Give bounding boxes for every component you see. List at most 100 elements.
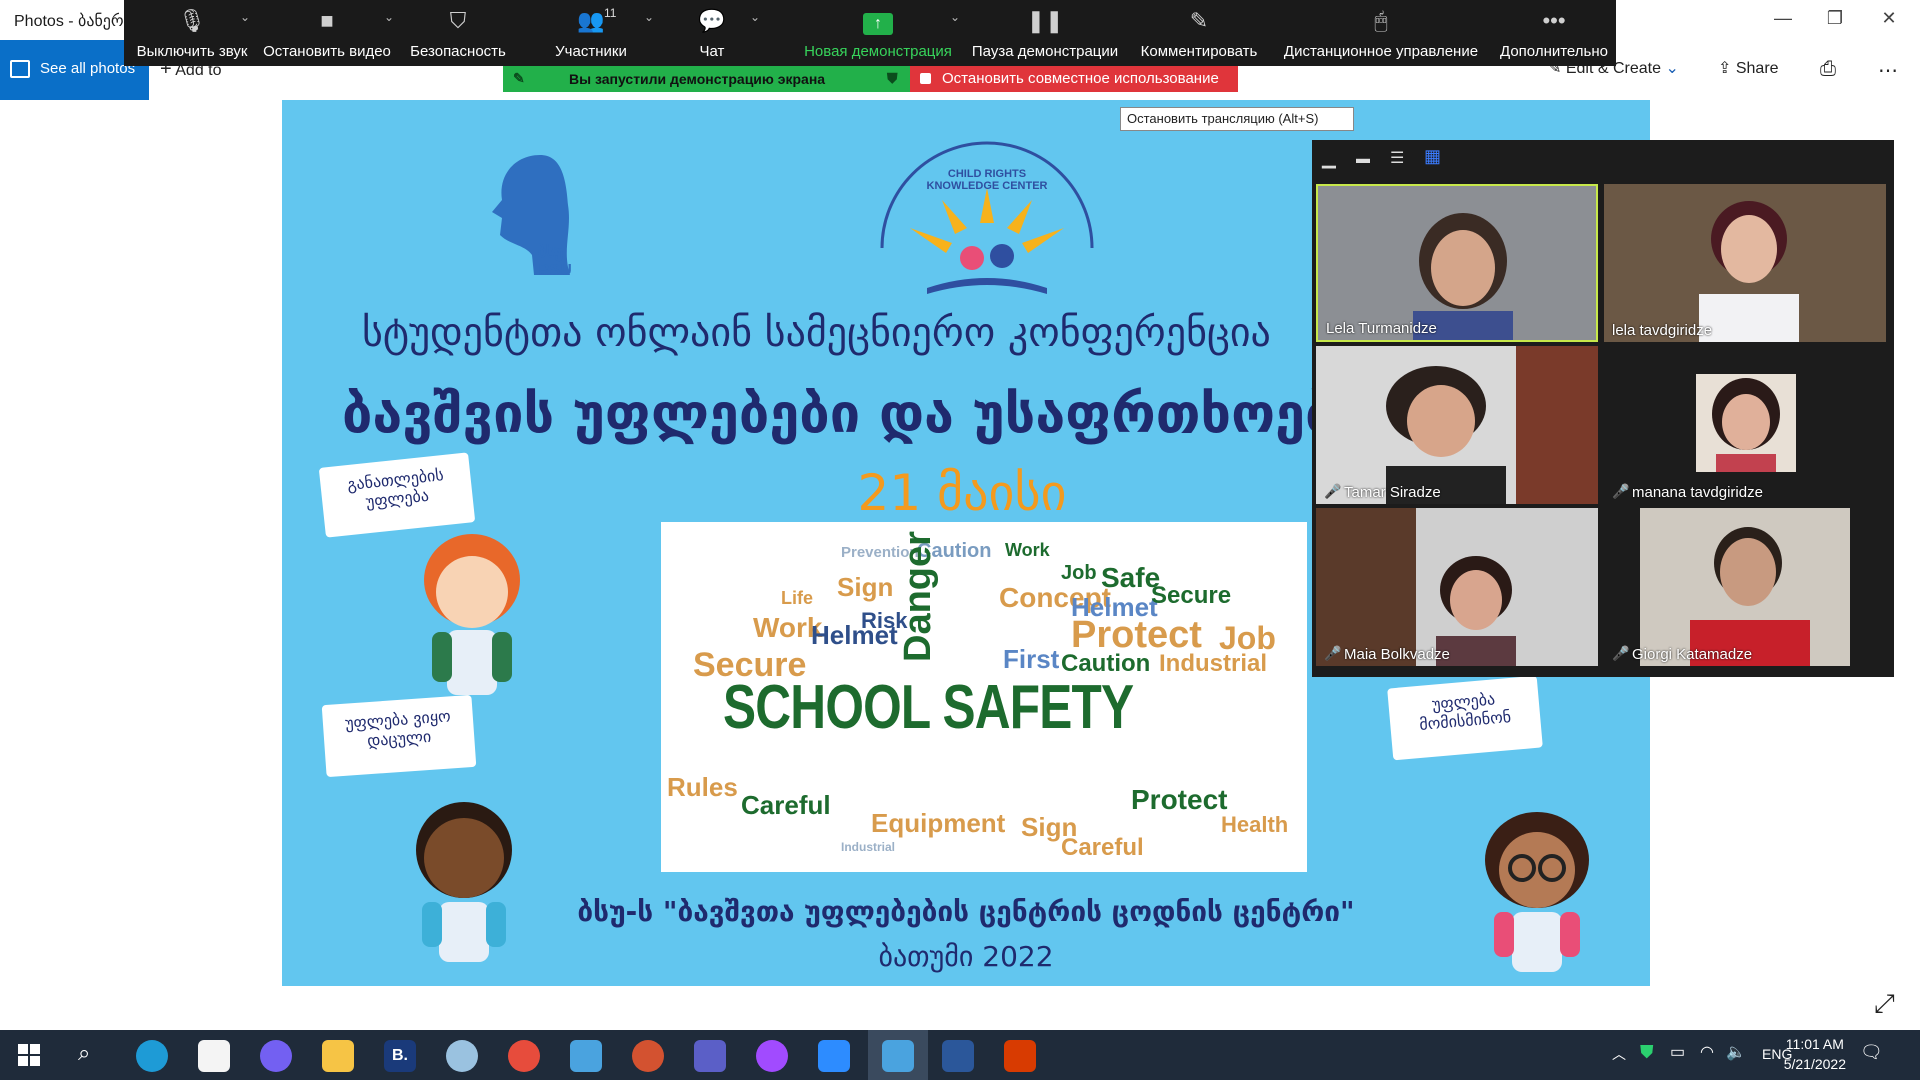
remote-control-button[interactable]: 🖱 Дистанционное управление	[1276, 0, 1486, 66]
annotate-button[interactable]: ✎ Комментировать	[1134, 0, 1264, 66]
clock-date: 5/21/2022	[1783, 1056, 1846, 1072]
more-button[interactable]: ••• Дополнительно	[1492, 0, 1616, 66]
minimize-button[interactable]: —	[1768, 8, 1798, 32]
muted-mic-icon: 🎤	[1324, 483, 1342, 499]
sun-book-icon	[880, 141, 1094, 294]
word-icon[interactable]	[942, 1040, 974, 1072]
mouse-icon: 🖱	[1374, 8, 1388, 33]
security-label: Безопасность	[410, 43, 506, 60]
minimize-video-icon[interactable]: ▁	[1322, 148, 1336, 169]
gallery-view-toolbar: ▁ ▬ ☰ ▦	[1322, 146, 1452, 170]
word: Careful	[1061, 834, 1144, 861]
notifications-icon[interactable]: 🗨	[1860, 1042, 1883, 1063]
participant-tile[interactable]: lela tavdgiridze	[1604, 184, 1886, 342]
speaker-view-icon[interactable]: ☰	[1390, 148, 1404, 168]
participant-name: Tamar Siradze	[1344, 484, 1441, 501]
print-icon[interactable]: ⎙	[1820, 58, 1836, 81]
participant-name: manana tavdgiridze	[1632, 484, 1763, 501]
share-button[interactable]: ⇪ Share	[1718, 58, 1779, 78]
office-icon[interactable]	[1004, 1040, 1036, 1072]
participant-tile[interactable]: Lela Turmanidze	[1316, 184, 1598, 342]
more-options-icon[interactable]: ⋯	[1878, 58, 1898, 83]
participant-name: Maia Bolkvadze	[1344, 646, 1450, 663]
mail-icon[interactable]	[570, 1040, 602, 1072]
search-icon[interactable]: ⌕	[78, 1040, 90, 1066]
chrome-icon[interactable]	[508, 1040, 540, 1072]
defender-icon[interactable]: ⛊	[1640, 1042, 1654, 1063]
chevron-down-icon[interactable]: ⌄	[240, 10, 250, 24]
word: Equipment	[871, 808, 1006, 838]
shield-icon: ⛉	[449, 8, 467, 33]
photo-icon	[10, 60, 30, 78]
participant-tile[interactable]: 🎤 Tamar Siradze	[1316, 346, 1598, 504]
file-explorer-icon[interactable]	[322, 1040, 354, 1072]
maximize-button[interactable]: ❐	[1820, 8, 1850, 32]
booking-icon[interactable]: B.	[384, 1040, 416, 1072]
paint-icon[interactable]	[446, 1040, 478, 1072]
edge-icon[interactable]	[136, 1040, 168, 1072]
mute-button[interactable]: 🎙 Выключить звук ⌄	[132, 0, 252, 66]
word: Danger	[897, 531, 939, 662]
windows-start-icon[interactable]	[18, 1044, 40, 1066]
chevron-down-icon: ⌄	[1665, 60, 1679, 77]
word: Industrial	[1159, 650, 1268, 677]
participant-tile[interactable]: 🎤 Giorgi Katamadze	[1604, 508, 1886, 666]
participants-count: 11	[604, 6, 617, 20]
word: Life	[781, 588, 814, 608]
word: Industrial	[841, 840, 896, 854]
participant-name: Lela Turmanidze	[1326, 320, 1437, 337]
bookshelf-background	[1316, 508, 1416, 666]
organizer-line: ბსუ-ს "ბავშვთა უფლებების ცენტრის ცოდნის …	[577, 895, 1355, 928]
share-icon: ⇪	[1718, 60, 1732, 77]
sign-protection-right: უფლება ვიყო დაცული	[321, 694, 477, 778]
word: Health	[1221, 812, 1289, 837]
sharing-status-banner: ✎ Вы запустили демонстрацию экрана ⛊	[503, 66, 910, 92]
powerpoint-icon[interactable]	[632, 1040, 664, 1072]
pause-share-button[interactable]: ❚❚ Пауза демонстрации	[970, 0, 1120, 66]
shield-check-icon: ⛊	[887, 70, 898, 86]
zoom-icon[interactable]	[818, 1040, 850, 1072]
photos-taskbar-active[interactable]	[868, 1030, 928, 1080]
participants-button[interactable]: 👥 11 Участники ⌄	[536, 0, 654, 66]
chat-button[interactable]: 💬 Чат ⌄	[672, 0, 760, 66]
stop-video-button[interactable]: ■ Остановить видео ⌄	[262, 0, 394, 66]
sharing-status-text: Вы запустили демонстрацию экрана	[569, 71, 826, 87]
word: Caution	[1061, 650, 1151, 677]
hide-video-icon[interactable]: ▬	[1356, 150, 1370, 166]
system-clock[interactable]: 11:01 AM 5/21/2022	[1784, 1036, 1846, 1072]
wifi-icon[interactable]: ◠	[1700, 1042, 1714, 1062]
volume-icon[interactable]: 🔈	[1726, 1042, 1746, 1062]
gallery-view-icon[interactable]: ▦	[1424, 146, 1441, 167]
sign-heard-right: უფლება მომისმინონ	[1387, 675, 1543, 761]
word: Protect	[1131, 784, 1228, 815]
battery-icon[interactable]: ▭	[1670, 1042, 1685, 1062]
conference-title: სტუდენტთა ონლაინ სამეცნიერო კონფერენცია	[362, 310, 1271, 356]
participant-tile[interactable]: 🎤 manana tavdgiridze	[1604, 346, 1886, 504]
stop-icon	[920, 73, 931, 84]
child-rights-center-logo: CHILD RIGHTS KNOWLEDGE CENTER	[842, 128, 1132, 298]
chevron-down-icon[interactable]: ⌄	[384, 10, 394, 24]
expand-icon[interactable]: ⤢	[1874, 988, 1895, 1020]
chevron-down-icon[interactable]: ⌄	[950, 10, 960, 24]
muted-mic-icon: 🎤	[1612, 483, 1630, 499]
participants-gallery: ▁ ▬ ☰ ▦ Lela Turmanidze lela tavdgiridze…	[1312, 140, 1894, 677]
new-share-label: Новая демонстрация	[804, 43, 952, 60]
store-icon[interactable]	[198, 1040, 230, 1072]
security-button[interactable]: ⛉ Безопасность	[408, 0, 508, 66]
new-share-button[interactable]: ↑ Новая демонстрация ⌄	[798, 0, 960, 66]
share-screen-icon: ↑	[798, 8, 958, 36]
stop-share-button[interactable]: Остановить совместное использование	[910, 66, 1238, 92]
participant-name: lela tavdgiridze	[1612, 322, 1713, 339]
teams-icon[interactable]	[694, 1040, 726, 1072]
viber-icon[interactable]	[260, 1040, 292, 1072]
close-button[interactable]: ✕	[1874, 8, 1904, 32]
participant-name: Giorgi Katamadze	[1632, 646, 1753, 663]
chevron-down-icon[interactable]: ⌄	[750, 10, 760, 24]
participant-tile[interactable]: 🎤 Maia Bolkvadze	[1316, 508, 1598, 666]
screen: Photos - ბანერი — ❐ ✕ See all photos + A…	[0, 0, 1920, 1080]
pin-icon[interactable]: ✎	[513, 70, 525, 87]
messenger-icon[interactable]	[756, 1040, 788, 1072]
chevron-up-icon[interactable]: ︿	[1612, 1044, 1626, 1064]
chevron-down-icon[interactable]: ⌄	[644, 10, 654, 24]
participants-icon: 👥	[577, 8, 605, 33]
